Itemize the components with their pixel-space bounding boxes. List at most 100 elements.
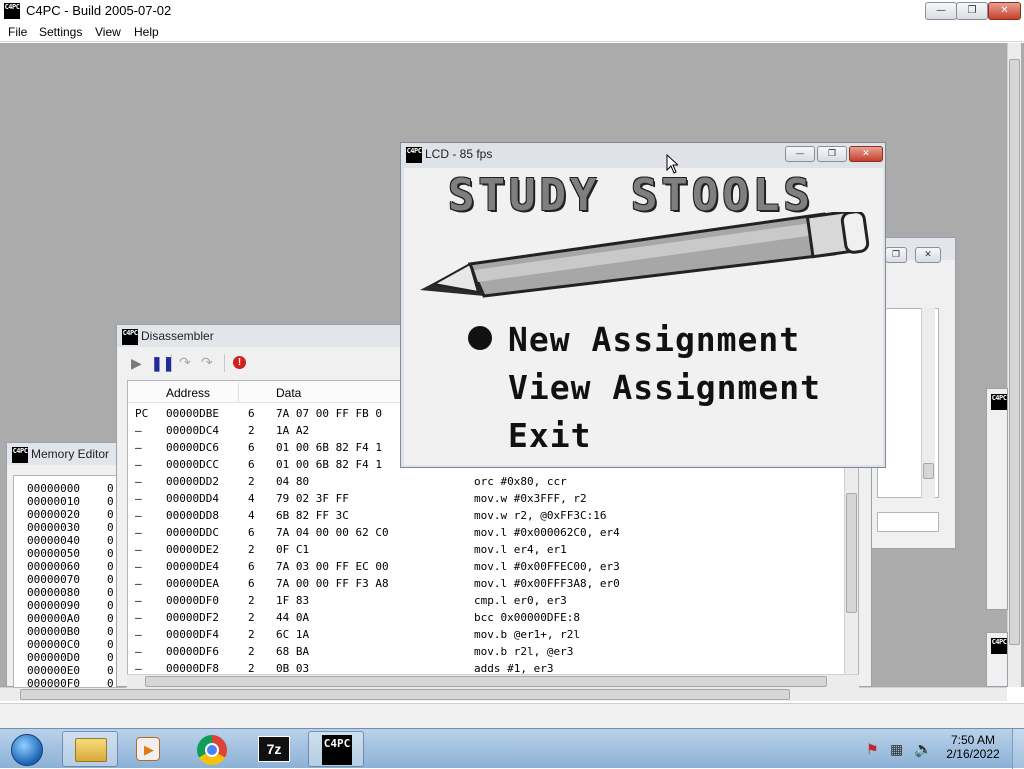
row-size: 6 bbox=[248, 560, 255, 573]
taskbar-chrome[interactable] bbox=[184, 731, 240, 767]
column-header-address[interactable]: Address bbox=[166, 386, 210, 400]
c4pc-app-icon: C4PC bbox=[122, 329, 138, 345]
row-address: 00000DBE bbox=[166, 407, 219, 420]
background-window-scrollbar[interactable] bbox=[921, 308, 935, 498]
taskbar-c4pc[interactable]: C4PC bbox=[308, 731, 364, 767]
memory-editor-content[interactable]: 00000000 0 00000010 0 00000020 0 00000030 0 0000… bbox=[13, 475, 125, 688]
memory-byte-fragment: 0 bbox=[107, 482, 114, 495]
c4pc-app-icon: C4PC bbox=[12, 447, 28, 463]
row-instruction: mov.b @er1+, r2l bbox=[474, 628, 580, 641]
row-data: 1F 83 bbox=[276, 594, 310, 607]
row-data: 7A 04 00 00 62 C0 bbox=[276, 526, 389, 539]
workspace-scrollbar-v[interactable] bbox=[1007, 43, 1021, 687]
memory-editor-titlebar: C4PC Memory Editor bbox=[7, 443, 123, 465]
step-into-icon[interactable]: ↷ bbox=[179, 354, 191, 371]
start-button[interactable] bbox=[0, 731, 56, 767]
row-instruction: cmp.l er0, er3 bbox=[474, 594, 567, 607]
background-window-field[interactable] bbox=[877, 512, 939, 532]
7zip-icon: 7z bbox=[258, 736, 290, 762]
action-center-icon[interactable]: ⚑ bbox=[866, 741, 879, 758]
row-address: 00000DC6 bbox=[166, 441, 219, 454]
disassembler-scroll-thumb-v[interactable] bbox=[846, 493, 857, 613]
breakpoint-icon[interactable]: ! bbox=[233, 356, 246, 369]
chrome-center bbox=[205, 743, 219, 757]
workspace-scrollbar-h[interactable] bbox=[0, 687, 1007, 701]
background-close-button[interactable]: ✕ bbox=[915, 247, 941, 263]
memory-byte-fragment: 0 bbox=[107, 664, 114, 677]
memory-address: 00000050 bbox=[27, 547, 80, 560]
background-scroll-thumb[interactable] bbox=[923, 463, 934, 479]
run-icon[interactable]: ▶ bbox=[131, 355, 142, 372]
row-marker: – bbox=[135, 611, 142, 624]
main-titlebar: C4PC C4PC - Build 2005-07-02 — ❐ ✕ bbox=[0, 0, 1024, 22]
taskbar: ▶ 7z C4PC ⚑ ▦ 🔈 7:50 AM 2/16/2022 bbox=[0, 728, 1024, 769]
row-instruction: mov.b r2l, @er3 bbox=[474, 645, 574, 658]
row-data: 44 0A bbox=[276, 611, 310, 624]
restore-icon: ❐ bbox=[891, 250, 901, 260]
row-address: 00000DF2 bbox=[166, 611, 219, 624]
lcd-screen[interactable]: STUDY STOOLS New Assignment View Assignm… bbox=[404, 168, 883, 465]
step-over-icon[interactable]: ↷ bbox=[201, 354, 213, 371]
workspace-scroll-thumb-h[interactable] bbox=[20, 689, 790, 700]
row-data: 01 00 6B 82 F4 1 bbox=[276, 441, 382, 454]
memory-byte-fragment: 0 bbox=[107, 508, 114, 521]
lcd-close-button[interactable]: ✕ bbox=[849, 146, 883, 162]
lcd-menu-view-assignment[interactable]: View Assignment bbox=[508, 368, 821, 407]
memory-byte-fragment: 0 bbox=[107, 599, 114, 612]
status-bar bbox=[0, 703, 1024, 728]
taskbar-7zip[interactable]: 7z bbox=[246, 731, 302, 767]
memory-address: 00000000 bbox=[27, 482, 80, 495]
restore-icon: ❐ bbox=[967, 5, 977, 16]
memory-byte-fragment: 0 bbox=[107, 534, 114, 547]
row-address: 00000DD2 bbox=[166, 475, 219, 488]
close-button[interactable]: ✕ bbox=[988, 2, 1021, 20]
restore-button[interactable]: ❐ bbox=[956, 2, 988, 20]
network-icon[interactable]: ▦ bbox=[890, 741, 903, 758]
taskbar-media-player[interactable]: ▶ bbox=[120, 731, 176, 767]
menu-view[interactable]: View bbox=[95, 25, 121, 39]
taskbar-explorer[interactable] bbox=[62, 731, 118, 767]
memory-editor-title: Memory Editor bbox=[31, 447, 110, 461]
lcd-menu-exit[interactable]: Exit bbox=[508, 416, 591, 455]
column-header-data[interactable]: Data bbox=[276, 386, 301, 400]
clock-time: 7:50 AM bbox=[950, 733, 996, 747]
memory-byte-fragment: 0 bbox=[107, 677, 114, 688]
row-instruction: mov.w r2, @0xFF3C:16 bbox=[474, 509, 607, 522]
column-divider[interactable] bbox=[238, 382, 239, 402]
row-marker: – bbox=[135, 594, 142, 607]
menu-help[interactable]: Help bbox=[134, 25, 159, 39]
workspace-scroll-thumb-v[interactable] bbox=[1009, 59, 1020, 645]
row-address: 00000DF6 bbox=[166, 645, 219, 658]
lcd-window[interactable]: C4PC LCD - 85 fps — ❐ ✕ STUDY STOOLS New… bbox=[400, 142, 886, 468]
lcd-minimize-button[interactable]: — bbox=[785, 146, 815, 162]
disassembler-scrollbar-h[interactable] bbox=[127, 674, 859, 688]
minimize-icon: — bbox=[795, 149, 805, 159]
memory-editor-window[interactable]: C4PC Memory Editor 00000000 0 00000010 0 000… bbox=[6, 442, 125, 688]
c4pc-app-icon: C4PC bbox=[991, 394, 1007, 410]
show-desktop-button[interactable] bbox=[1012, 729, 1024, 769]
row-marker: – bbox=[135, 526, 142, 539]
memory-address: 000000A0 bbox=[27, 612, 80, 625]
menu-settings[interactable]: Settings bbox=[39, 25, 82, 39]
partial-window-2[interactable]: C4PC bbox=[986, 632, 1008, 687]
row-instruction: bcc 0x00000DFE:8 bbox=[474, 611, 580, 624]
volume-icon[interactable]: 🔈 bbox=[914, 740, 933, 758]
row-data: 7A 07 00 FF FB 0 bbox=[276, 407, 382, 420]
background-restore-button[interactable]: ❐ bbox=[885, 247, 907, 263]
lcd-menu-label: Exit bbox=[508, 416, 592, 455]
lcd-menu-new-assignment[interactable]: New Assignment bbox=[468, 320, 800, 359]
row-size: 6 bbox=[248, 526, 255, 539]
row-data: 6C 1A bbox=[276, 628, 310, 641]
partial-window-1[interactable]: C4PC bbox=[986, 388, 1008, 610]
row-instruction: mov.l #0x00FFF3A8, er0 bbox=[474, 577, 620, 590]
row-data: 1A A2 bbox=[276, 424, 310, 437]
memory-address: 00000060 bbox=[27, 560, 80, 573]
menu-file[interactable]: File bbox=[8, 25, 27, 39]
minimize-button[interactable]: — bbox=[925, 2, 957, 20]
disassembler-scroll-thumb-h[interactable] bbox=[145, 676, 827, 687]
row-address: 00000DC4 bbox=[166, 424, 219, 437]
lcd-restore-button[interactable]: ❐ bbox=[817, 146, 847, 162]
clock[interactable]: 7:50 AM 2/16/2022 bbox=[940, 733, 1006, 761]
memory-byte-fragment: 0 bbox=[107, 612, 114, 625]
c4pc-app-icon: C4PC bbox=[406, 147, 422, 163]
